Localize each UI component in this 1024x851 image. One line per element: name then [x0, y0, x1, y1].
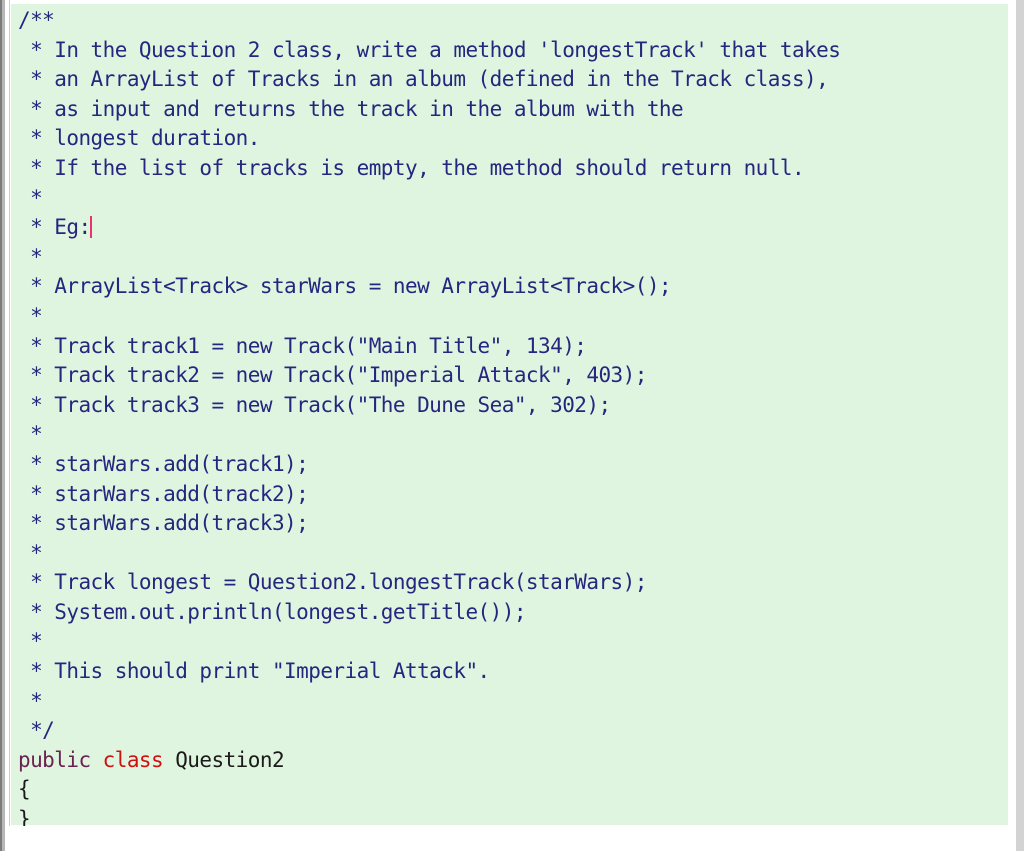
comment-token: * Track track2 = new Track("Imperial Att…	[18, 363, 647, 388]
code-line[interactable]: {	[11, 775, 1008, 805]
code-line[interactable]: * Track track2 = new Track("Imperial Att…	[11, 361, 1008, 391]
comment-token: /**	[18, 8, 55, 32]
text-caret	[89, 216, 92, 239]
comment-token: * an ArrayList of Tracks in an album (de…	[18, 67, 829, 92]
plain-token: }	[18, 807, 31, 826]
comment-token: *	[18, 688, 43, 713]
breakpoint-gutter[interactable]	[5, 0, 10, 826]
comment-token: *	[18, 185, 43, 210]
code-line[interactable]: * starWars.add(track2);	[11, 480, 1008, 510]
comment-token: * This should print "Imperial Attack".	[18, 659, 490, 684]
comment-token: *	[18, 422, 43, 447]
code-line[interactable]: * System.out.println(longest.getTitle())…	[11, 598, 1008, 628]
code-line[interactable]: * an ArrayList of Tracks in an album (de…	[11, 65, 1008, 95]
comment-token: * as input and returns the track in the …	[18, 96, 684, 121]
keyword-token: class	[102, 747, 164, 772]
comment-token: * starWars.add(track2);	[18, 481, 309, 506]
comment-token: * ArrayList<Track> starWars = new ArrayL…	[18, 274, 672, 299]
window-right-gap	[1008, 0, 1016, 851]
code-line[interactable]: *	[11, 302, 1008, 332]
code-line[interactable]: *	[11, 420, 1008, 450]
code-line[interactable]: */	[11, 716, 1008, 746]
code-line[interactable]: * If the list of tracks is empty, the me…	[11, 154, 1008, 184]
code-line[interactable]: * Track longest = Question2.longestTrack…	[11, 568, 1008, 598]
comment-token: * starWars.add(track1);	[18, 451, 309, 476]
comment-token: * Track longest = Question2.longestTrack…	[18, 570, 647, 595]
code-line[interactable]: * Eg:	[11, 213, 1008, 243]
code-line[interactable]: * ArrayList<Track> starWars = new ArrayL…	[11, 272, 1008, 302]
code-line[interactable]: * This should print "Imperial Attack".	[11, 657, 1008, 687]
comment-token: * If the list of tracks is empty, the me…	[18, 155, 805, 180]
code-line[interactable]: * In the Question 2 class, write a metho…	[11, 36, 1008, 66]
code-line[interactable]: * Track track3 = new Track("The Dune Sea…	[11, 391, 1008, 421]
comment-token: * In the Question 2 class, write a metho…	[18, 37, 841, 62]
code-line[interactable]: * longest duration.	[11, 124, 1008, 154]
comment-token: *	[18, 629, 43, 654]
code-line[interactable]: public class Question2	[11, 746, 1008, 776]
comment-token: */	[18, 718, 55, 743]
code-line[interactable]: * starWars.add(track3);	[11, 509, 1008, 539]
modifier-token: public	[18, 747, 91, 772]
comment-token: * System.out.println(longest.getTitle())…	[18, 599, 526, 624]
code-line[interactable]: * as input and returns the track in the …	[11, 95, 1008, 125]
code-line[interactable]: *	[11, 539, 1008, 569]
comment-token: * Eg:	[18, 215, 91, 240]
plain-token: Question2	[163, 747, 285, 772]
comment-token: *	[18, 244, 43, 269]
comment-token: * Track track3 = new Track("The Dune Sea…	[18, 392, 611, 417]
editor-window: /** * In the Question 2 class, write a m…	[0, 0, 1024, 851]
source-code-area[interactable]: /** * In the Question 2 class, write a m…	[11, 4, 1008, 826]
code-line[interactable]: *	[11, 243, 1008, 273]
comment-token: * longest duration.	[18, 126, 260, 151]
plain-token: {	[18, 777, 31, 802]
code-line[interactable]: /**	[11, 6, 1008, 36]
code-line[interactable]: * starWars.add(track1);	[11, 450, 1008, 480]
code-line[interactable]: }	[11, 805, 1008, 826]
code-line[interactable]: *	[11, 184, 1008, 214]
comment-token: * Track track1 = new Track("Main Title",…	[18, 333, 587, 358]
comment-token: *	[18, 303, 43, 328]
window-right-border	[1016, 0, 1024, 851]
code-line[interactable]: *	[11, 687, 1008, 717]
code-line[interactable]: *	[11, 627, 1008, 657]
code-line[interactable]: * Track track1 = new Track("Main Title",…	[11, 332, 1008, 362]
comment-token: * starWars.add(track3);	[18, 511, 309, 536]
comment-token: *	[18, 540, 43, 565]
source-text-pane[interactable]: /** * In the Question 2 class, write a m…	[5, 0, 1008, 826]
